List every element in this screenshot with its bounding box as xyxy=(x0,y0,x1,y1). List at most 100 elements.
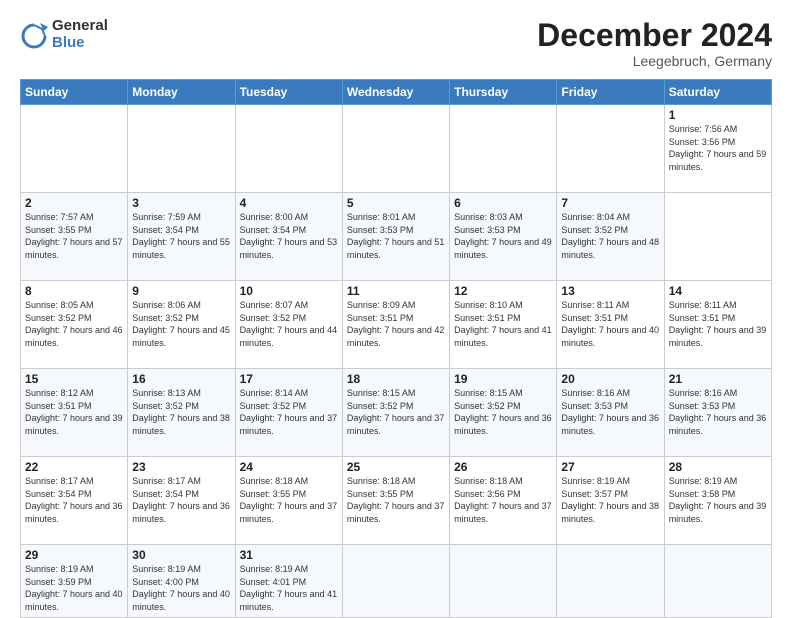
table-row: 19 Sunrise: 8:15 AMSunset: 3:52 PMDaylig… xyxy=(450,369,557,457)
logo-text: General Blue xyxy=(52,18,108,51)
table-row: 12 Sunrise: 8:10 AMSunset: 3:51 PMDaylig… xyxy=(450,281,557,369)
day-number: 27 xyxy=(561,460,659,474)
day-info: Sunrise: 8:15 AMSunset: 3:52 PMDaylight:… xyxy=(347,388,445,436)
day-number: 30 xyxy=(132,548,230,562)
day-number: 8 xyxy=(25,284,123,298)
table-row xyxy=(128,105,235,193)
day-info: Sunrise: 8:01 AMSunset: 3:53 PMDaylight:… xyxy=(347,212,445,260)
col-saturday: Saturday xyxy=(664,80,771,105)
day-info: Sunrise: 8:14 AMSunset: 3:52 PMDaylight:… xyxy=(240,388,338,436)
day-info: Sunrise: 8:12 AMSunset: 3:51 PMDaylight:… xyxy=(25,388,123,436)
col-sunday: Sunday xyxy=(21,80,128,105)
day-info: Sunrise: 8:10 AMSunset: 3:51 PMDaylight:… xyxy=(454,300,552,348)
day-info: Sunrise: 8:18 AMSunset: 3:55 PMDaylight:… xyxy=(347,476,445,524)
day-number: 18 xyxy=(347,372,445,386)
logo-general: General xyxy=(52,17,108,34)
calendar-week-row: 29 Sunrise: 8:19 AMSunset: 3:59 PMDaylig… xyxy=(21,545,772,617)
table-row: 10 Sunrise: 8:07 AMSunset: 3:52 PMDaylig… xyxy=(235,281,342,369)
day-number: 9 xyxy=(132,284,230,298)
table-row: 11 Sunrise: 8:09 AMSunset: 3:51 PMDaylig… xyxy=(342,281,449,369)
table-row: 7 Sunrise: 8:04 AMSunset: 3:52 PMDayligh… xyxy=(557,193,664,281)
day-number: 16 xyxy=(132,372,230,386)
table-row xyxy=(342,105,449,193)
day-number: 31 xyxy=(240,548,338,562)
day-number: 11 xyxy=(347,284,445,298)
day-number: 28 xyxy=(669,460,767,474)
table-row: 16 Sunrise: 8:13 AMSunset: 3:52 PMDaylig… xyxy=(128,369,235,457)
day-number: 5 xyxy=(347,196,445,210)
table-row: 2 Sunrise: 7:57 AMSunset: 3:55 PMDayligh… xyxy=(21,193,128,281)
day-number: 21 xyxy=(669,372,767,386)
day-info: Sunrise: 8:00 AMSunset: 3:54 PMDaylight:… xyxy=(240,212,338,260)
table-row: 1 Sunrise: 7:56 AMSunset: 3:56 PMDayligh… xyxy=(664,105,771,193)
table-row: 22 Sunrise: 8:17 AMSunset: 3:54 PMDaylig… xyxy=(21,457,128,545)
header: General Blue December 2024 Leegebruch, G… xyxy=(20,18,772,69)
calendar-header-row: Sunday Monday Tuesday Wednesday Thursday… xyxy=(21,80,772,105)
table-row xyxy=(557,545,664,617)
day-number: 6 xyxy=(454,196,552,210)
day-info: Sunrise: 8:05 AMSunset: 3:52 PMDaylight:… xyxy=(25,300,123,348)
table-row: 29 Sunrise: 8:19 AMSunset: 3:59 PMDaylig… xyxy=(21,545,128,617)
table-row xyxy=(235,105,342,193)
day-number: 13 xyxy=(561,284,659,298)
col-monday: Monday xyxy=(128,80,235,105)
logo-blue: Blue xyxy=(52,34,85,51)
day-info: Sunrise: 8:19 AMSunset: 3:57 PMDaylight:… xyxy=(561,476,659,524)
day-number: 14 xyxy=(669,284,767,298)
table-row: 21 Sunrise: 8:16 AMSunset: 3:53 PMDaylig… xyxy=(664,369,771,457)
table-row xyxy=(21,105,128,193)
day-number: 4 xyxy=(240,196,338,210)
table-row: 13 Sunrise: 8:11 AMSunset: 3:51 PMDaylig… xyxy=(557,281,664,369)
calendar-week-row: 15 Sunrise: 8:12 AMSunset: 3:51 PMDaylig… xyxy=(21,369,772,457)
table-row: 5 Sunrise: 8:01 AMSunset: 3:53 PMDayligh… xyxy=(342,193,449,281)
day-info: Sunrise: 8:16 AMSunset: 3:53 PMDaylight:… xyxy=(669,388,767,436)
day-info: Sunrise: 7:57 AMSunset: 3:55 PMDaylight:… xyxy=(25,212,123,260)
table-row: 6 Sunrise: 8:03 AMSunset: 3:53 PMDayligh… xyxy=(450,193,557,281)
location: Leegebruch, Germany xyxy=(537,53,772,69)
logo: General Blue xyxy=(20,18,108,51)
page: General Blue December 2024 Leegebruch, G… xyxy=(0,0,792,612)
day-number: 19 xyxy=(454,372,552,386)
calendar-week-row: 22 Sunrise: 8:17 AMSunset: 3:54 PMDaylig… xyxy=(21,457,772,545)
table-row: 25 Sunrise: 8:18 AMSunset: 3:55 PMDaylig… xyxy=(342,457,449,545)
table-row: 14 Sunrise: 8:11 AMSunset: 3:51 PMDaylig… xyxy=(664,281,771,369)
table-row: 18 Sunrise: 8:15 AMSunset: 3:52 PMDaylig… xyxy=(342,369,449,457)
day-info: Sunrise: 8:19 AMSunset: 4:00 PMDaylight:… xyxy=(132,564,230,612)
table-row: 20 Sunrise: 8:16 AMSunset: 3:53 PMDaylig… xyxy=(557,369,664,457)
calendar-week-row: 8 Sunrise: 8:05 AMSunset: 3:52 PMDayligh… xyxy=(21,281,772,369)
table-row: 3 Sunrise: 7:59 AMSunset: 3:54 PMDayligh… xyxy=(128,193,235,281)
day-number: 7 xyxy=(561,196,659,210)
day-number: 24 xyxy=(240,460,338,474)
day-number: 17 xyxy=(240,372,338,386)
day-info: Sunrise: 8:18 AMSunset: 3:56 PMDaylight:… xyxy=(454,476,552,524)
day-number: 10 xyxy=(240,284,338,298)
day-info: Sunrise: 8:11 AMSunset: 3:51 PMDaylight:… xyxy=(669,300,767,348)
day-info: Sunrise: 8:19 AMSunset: 4:01 PMDaylight:… xyxy=(240,564,338,612)
day-number: 26 xyxy=(454,460,552,474)
table-row: 15 Sunrise: 8:12 AMSunset: 3:51 PMDaylig… xyxy=(21,369,128,457)
day-info: Sunrise: 8:09 AMSunset: 3:51 PMDaylight:… xyxy=(347,300,445,348)
table-row: 8 Sunrise: 8:05 AMSunset: 3:52 PMDayligh… xyxy=(21,281,128,369)
table-row: 27 Sunrise: 8:19 AMSunset: 3:57 PMDaylig… xyxy=(557,457,664,545)
day-number: 2 xyxy=(25,196,123,210)
day-info: Sunrise: 7:59 AMSunset: 3:54 PMDaylight:… xyxy=(132,212,230,260)
day-info: Sunrise: 8:07 AMSunset: 3:52 PMDaylight:… xyxy=(240,300,338,348)
table-row: 23 Sunrise: 8:17 AMSunset: 3:54 PMDaylig… xyxy=(128,457,235,545)
calendar-week-row: 2 Sunrise: 7:57 AMSunset: 3:55 PMDayligh… xyxy=(21,193,772,281)
table-row: 26 Sunrise: 8:18 AMSunset: 3:56 PMDaylig… xyxy=(450,457,557,545)
col-thursday: Thursday xyxy=(450,80,557,105)
day-info: Sunrise: 8:17 AMSunset: 3:54 PMDaylight:… xyxy=(132,476,230,524)
table-row: 28 Sunrise: 8:19 AMSunset: 3:58 PMDaylig… xyxy=(664,457,771,545)
day-info: Sunrise: 7:56 AMSunset: 3:56 PMDaylight:… xyxy=(669,124,767,172)
table-row: 24 Sunrise: 8:18 AMSunset: 3:55 PMDaylig… xyxy=(235,457,342,545)
day-info: Sunrise: 8:18 AMSunset: 3:55 PMDaylight:… xyxy=(240,476,338,524)
table-row: 17 Sunrise: 8:14 AMSunset: 3:52 PMDaylig… xyxy=(235,369,342,457)
day-number: 3 xyxy=(132,196,230,210)
day-info: Sunrise: 8:19 AMSunset: 3:59 PMDaylight:… xyxy=(25,564,123,612)
calendar-table: Sunday Monday Tuesday Wednesday Thursday… xyxy=(20,79,772,617)
day-info: Sunrise: 8:15 AMSunset: 3:52 PMDaylight:… xyxy=(454,388,552,436)
day-number: 12 xyxy=(454,284,552,298)
title-block: December 2024 Leegebruch, Germany xyxy=(537,18,772,69)
day-info: Sunrise: 8:19 AMSunset: 3:58 PMDaylight:… xyxy=(669,476,767,524)
day-number: 15 xyxy=(25,372,123,386)
